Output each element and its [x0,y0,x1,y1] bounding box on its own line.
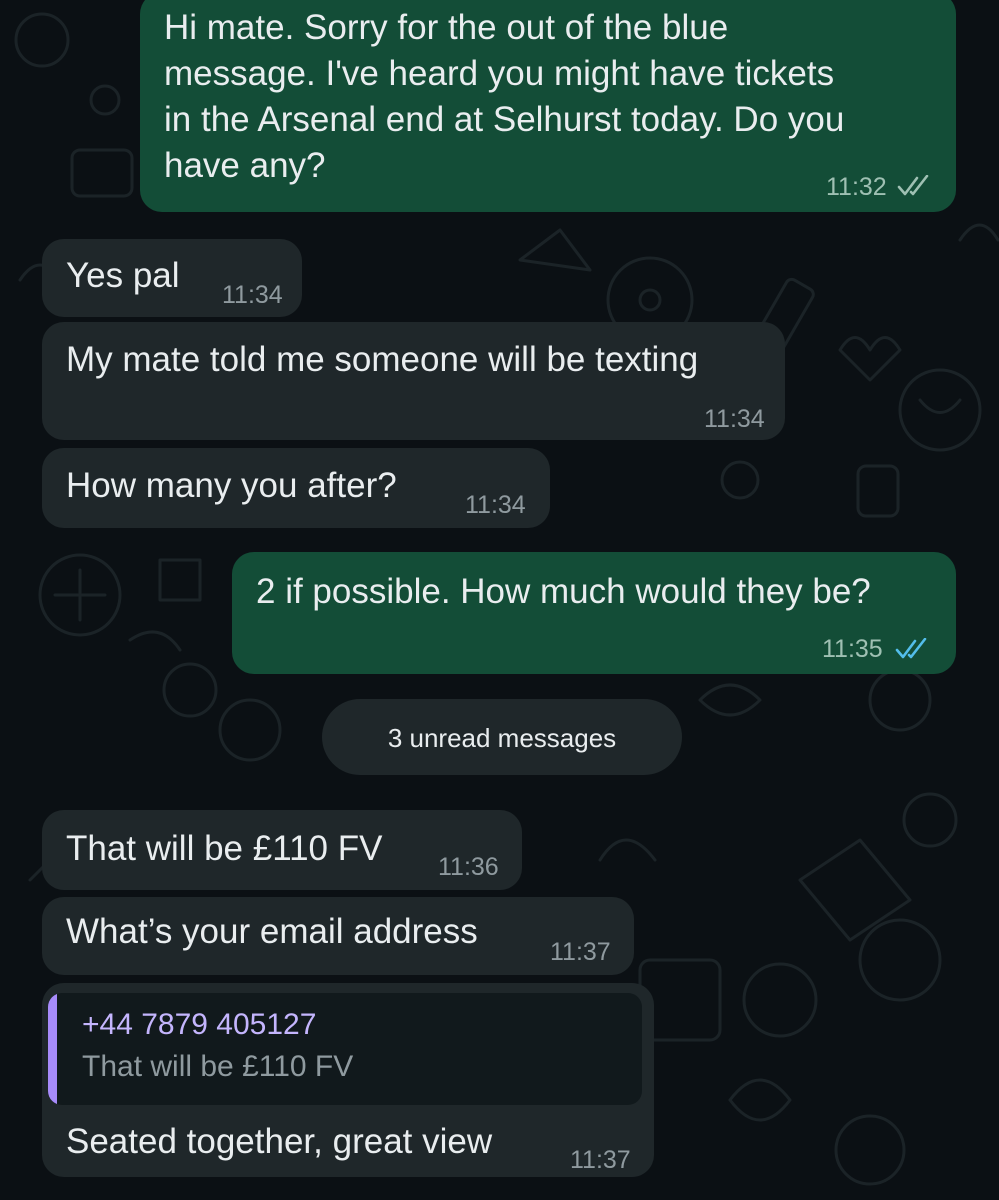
message-text: That will be £110 FV [66,829,383,868]
incoming-message[interactable]: Yes pal 11:34 [42,239,302,317]
message-timestamp: 11:36 [438,853,499,881]
message-text-line: Hi mate. Sorry for the out of the blue [164,8,729,47]
outgoing-message[interactable]: Hi mate. Sorry for the out of the blue m… [140,0,956,212]
message-timestamp: 11:37 [550,938,611,966]
message-text: 2 if possible. How much would they be? [256,572,871,611]
incoming-message[interactable]: What’s your email address 11:37 [42,897,634,975]
quoted-message[interactable]: +44 7879 405127 That will be £110 FV [48,993,642,1105]
double-check-icon [895,638,927,659]
message-text-line: have any? [164,146,326,185]
message-text-line: message. I've heard you might have ticke… [164,54,835,93]
message-text: Seated together, great view [66,1122,493,1161]
message-text: My mate told me someone will be texting [66,340,699,379]
message-timestamp: 11:37 [570,1146,631,1174]
outgoing-message[interactable]: 2 if possible. How much would they be? 1… [232,552,956,674]
double-check-icon [897,175,929,196]
unread-messages-divider: 3 unread messages [322,699,682,775]
message-timestamp: 11:34 [465,491,526,519]
message-text: What’s your email address [66,912,478,951]
unread-messages-label: 3 unread messages [387,723,617,753]
message-timestamp: 11:34 [704,405,765,433]
incoming-message[interactable]: That will be £110 FV 11:36 [42,810,522,890]
incoming-message[interactable]: My mate told me someone will be texting … [42,322,785,440]
message-text-line: in the Arsenal end at Selhurst today. Do… [164,100,845,139]
message-text: Yes pal [66,256,180,295]
message-timestamp: 11:32 [826,173,887,201]
quoted-text: That will be £110 FV [82,1050,354,1083]
message-text: How many you after? [66,466,397,505]
quoted-sender: +44 7879 405127 [82,1008,317,1041]
quote-accent-bar [48,993,57,1105]
incoming-reply-message[interactable]: +44 7879 405127 That will be £110 FV Sea… [42,983,654,1177]
incoming-message[interactable]: How many you after? 11:34 [42,448,550,528]
message-timestamp: 11:34 [222,281,283,309]
message-timestamp: 11:35 [822,635,883,663]
